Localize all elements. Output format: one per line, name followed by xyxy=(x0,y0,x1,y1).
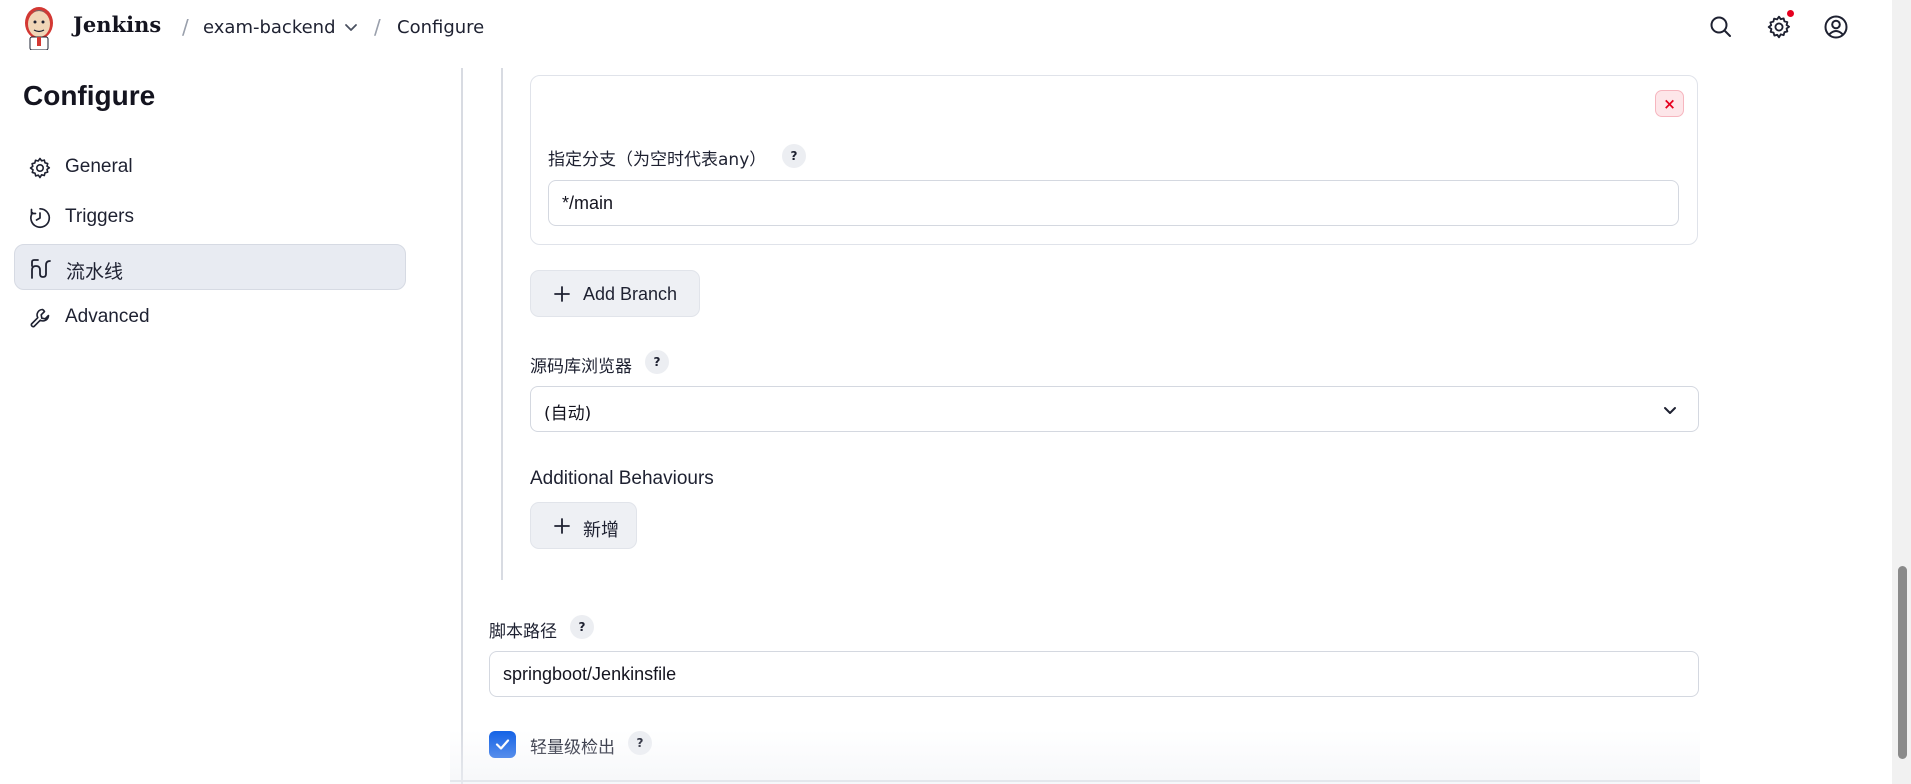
sidebar-item-triggers[interactable]: Triggers xyxy=(14,194,406,240)
lightweight-checkout-label[interactable]: 轻量级检出 xyxy=(530,733,615,758)
top-header: Jenkins / exam-backend / Configure xyxy=(0,0,1890,56)
lightweight-help-button[interactable]: ? xyxy=(628,731,652,755)
add-branch-label: Add Branch xyxy=(583,284,678,304)
branch-specifier-input[interactable]: */main xyxy=(548,180,1679,226)
sidebar-item-label: General xyxy=(65,156,133,177)
repo-browser-selected: (自动) xyxy=(544,404,592,424)
delete-branch-button[interactable]: × xyxy=(1655,90,1684,117)
clock-icon xyxy=(30,207,51,229)
scrollbar-thumb[interactable] xyxy=(1898,566,1907,759)
script-path-label: 脚本路径 xyxy=(489,622,557,642)
repo-browser-help-button[interactable]: ? xyxy=(645,350,669,374)
plus-icon xyxy=(554,518,570,534)
pipeline-icon xyxy=(31,259,51,279)
branch-specifier-value: */main xyxy=(562,192,614,213)
jenkins-configure-page: Jenkins / exam-backend / Configure Confi… xyxy=(0,0,1911,784)
script-path-help-button[interactable]: ? xyxy=(570,615,594,639)
gear-icon[interactable] xyxy=(1766,14,1792,40)
breadcrumb-job[interactable]: exam-backend xyxy=(203,17,336,38)
sidebar-item-label: 流水线 xyxy=(66,262,124,283)
repo-browser-select[interactable]: (自动) xyxy=(530,386,1699,432)
branch-spec-label: 指定分支（为空时代表any） xyxy=(548,150,767,170)
nested-section-guide xyxy=(501,68,503,580)
notification-dot xyxy=(1787,10,1794,17)
lightweight-checkout-checkbox[interactable] xyxy=(489,731,516,758)
add-behaviour-button[interactable]: 新增 xyxy=(530,502,637,549)
content-divider xyxy=(461,68,463,784)
chevron-down-icon xyxy=(1664,407,1676,414)
footer-edge xyxy=(450,780,1700,782)
gear-icon xyxy=(29,157,51,179)
page-title: Configure xyxy=(23,80,156,111)
jenkins-logo-icon[interactable] xyxy=(22,4,56,50)
search-icon[interactable] xyxy=(1708,14,1734,40)
breadcrumb-separator: / xyxy=(374,15,381,39)
chevron-down-icon[interactable] xyxy=(343,19,359,35)
add-behaviour-label: 新增 xyxy=(583,520,619,540)
brand-link[interactable]: Jenkins xyxy=(73,12,161,37)
script-path-input[interactable]: springboot/Jenkinsfile xyxy=(489,651,1699,697)
sidebar-item-general[interactable]: General xyxy=(14,144,406,190)
repo-browser-label: 源码库浏览器 xyxy=(530,357,632,377)
branch-help-button[interactable]: ? xyxy=(782,144,806,168)
add-branch-button[interactable]: Add Branch xyxy=(530,270,700,317)
additional-behaviours-label: Additional Behaviours xyxy=(530,468,714,489)
sidebar-item-pipeline[interactable]: 流水线 xyxy=(14,244,406,290)
user-icon[interactable] xyxy=(1823,14,1849,40)
sidebar-item-label: Advanced xyxy=(65,306,150,327)
wrench-icon xyxy=(30,308,50,328)
plus-icon xyxy=(554,286,570,302)
sidebar-item-advanced[interactable]: Advanced xyxy=(14,294,406,340)
breadcrumb-current[interactable]: Configure xyxy=(397,17,484,38)
checkmark-icon xyxy=(495,739,510,750)
sidebar-item-label: Triggers xyxy=(65,206,134,227)
script-path-value: springboot/Jenkinsfile xyxy=(503,663,677,684)
breadcrumb-separator: / xyxy=(182,15,189,39)
